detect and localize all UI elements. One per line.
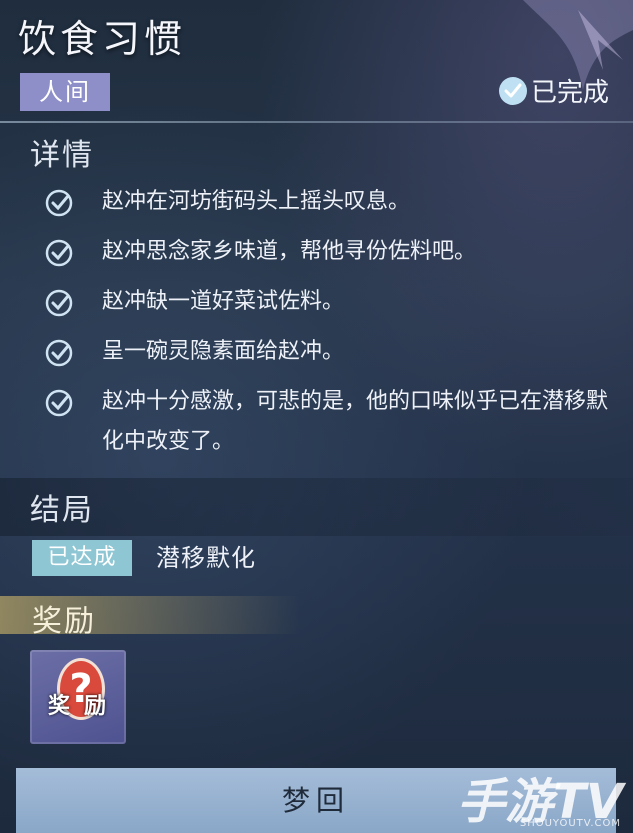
ending-heading: 结局 bbox=[30, 493, 94, 528]
reward-heading: 奖励 bbox=[32, 604, 96, 639]
detail-text: 赵冲十分感激，可悲的是，他的口味似乎已在潜移默化中改变了。 bbox=[102, 389, 609, 454]
ending-band bbox=[0, 478, 633, 536]
watermark-url: SHOUYOUTV.COM bbox=[519, 818, 621, 829]
detail-item: 赵冲十分感激，可悲的是，他的口味似乎已在潜移默化中改变了。 bbox=[44, 382, 614, 462]
realm-tag: 人间 bbox=[20, 73, 110, 111]
reward-item-label-right: 励 bbox=[84, 694, 107, 719]
detail-item: 赵冲缺一道好菜试佐料。 bbox=[44, 282, 614, 322]
detail-item: 呈一碗灵隐素面给赵冲。 bbox=[44, 332, 614, 372]
divider bbox=[0, 121, 633, 123]
check-circle-icon bbox=[498, 76, 527, 105]
achieved-tag: 已达成 bbox=[32, 540, 132, 576]
reward-item-label-left: 奖 bbox=[48, 694, 71, 719]
detail-text: 呈一碗灵隐素面给赵冲。 bbox=[102, 339, 345, 364]
check-icon bbox=[45, 389, 73, 417]
check-icon bbox=[45, 339, 73, 367]
details-list: 赵冲在河坊街码头上摇头叹息。 赵冲思念家乡味道，帮他寻份佐料吧。 赵冲缺一道好菜… bbox=[44, 182, 614, 472]
reward-item[interactable]: ? 奖 励 bbox=[30, 650, 126, 744]
detail-text: 赵冲在河坊街码头上摇头叹息。 bbox=[102, 189, 411, 214]
detail-item: 赵冲思念家乡味道，帮他寻份佐料吧。 bbox=[44, 232, 614, 272]
ending-name: 潜移默化 bbox=[156, 544, 256, 572]
check-icon bbox=[45, 189, 73, 217]
check-icon bbox=[45, 239, 73, 267]
detail-text: 赵冲缺一道好菜试佐料。 bbox=[102, 289, 345, 314]
page-title: 饮食习惯 bbox=[18, 17, 187, 61]
detail-text: 赵冲思念家乡味道，帮他寻份佐料吧。 bbox=[102, 239, 477, 264]
details-heading: 详情 bbox=[30, 138, 94, 173]
completion-status: 已完成 bbox=[498, 72, 609, 109]
check-icon bbox=[45, 289, 73, 317]
status-label: 已完成 bbox=[530, 78, 609, 108]
detail-item: 赵冲在河坊街码头上摇头叹息。 bbox=[44, 182, 614, 222]
